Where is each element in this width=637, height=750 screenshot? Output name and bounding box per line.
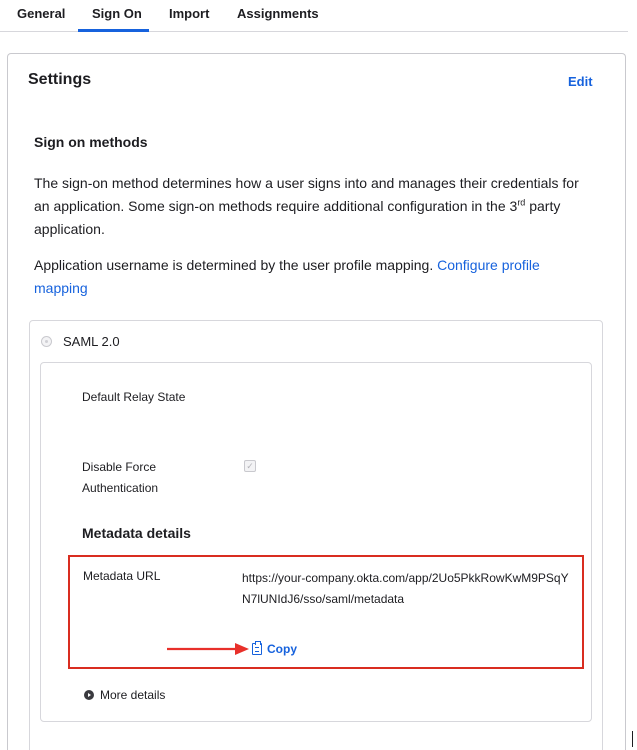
disable-force-auth-label: Disable Force Authentication (82, 460, 159, 495)
settings-title: Settings (28, 71, 92, 88)
metadata-url-highlight: Metadata URL https://your-company.okta.c… (68, 555, 584, 669)
tab-assignments[interactable]: Assignments (237, 6, 319, 21)
tab-sign-on[interactable]: Sign On (92, 6, 142, 21)
username-mapping-text: Application username is determined by th… (34, 257, 540, 296)
expand-caret-icon (84, 690, 94, 700)
tab-bar: General Sign On Import Assignments (0, 0, 628, 32)
saml-settings-panel: Default Relay State Disable Force Authen… (40, 362, 592, 722)
more-details-toggle[interactable]: More details (84, 688, 165, 702)
saml-radio[interactable] (41, 336, 52, 347)
edit-button[interactable]: Edit (568, 74, 593, 89)
saml-option-label: SAML 2.0 (63, 334, 120, 349)
settings-card: Settings Edit Sign on methods The sign-o… (7, 53, 626, 750)
metadata-details-heading: Metadata details (82, 525, 191, 541)
tab-general[interactable]: General (17, 6, 65, 21)
clipboard-icon (252, 641, 262, 655)
sign-on-methods-heading: Sign on methods (34, 134, 148, 150)
copy-label: Copy (267, 642, 297, 656)
tab-import[interactable]: Import (169, 6, 209, 21)
text-cursor-icon (632, 731, 633, 747)
saml-option-box: SAML 2.0 Default Relay State Disable For… (29, 320, 603, 750)
metadata-url-label: Metadata URL (83, 569, 161, 583)
red-arrow-icon (167, 643, 249, 655)
sign-on-description: The sign-on method determines how a user… (34, 175, 579, 237)
default-relay-state-label: Default Relay State (82, 390, 186, 404)
disable-force-auth-checkbox[interactable]: ✓ (244, 460, 256, 472)
more-details-label: More details (100, 688, 166, 702)
copy-button[interactable]: Copy (252, 641, 297, 656)
active-tab-indicator (78, 29, 149, 32)
metadata-url-value: https://your-company.okta.com/app/2Uo5Pk… (242, 571, 569, 606)
